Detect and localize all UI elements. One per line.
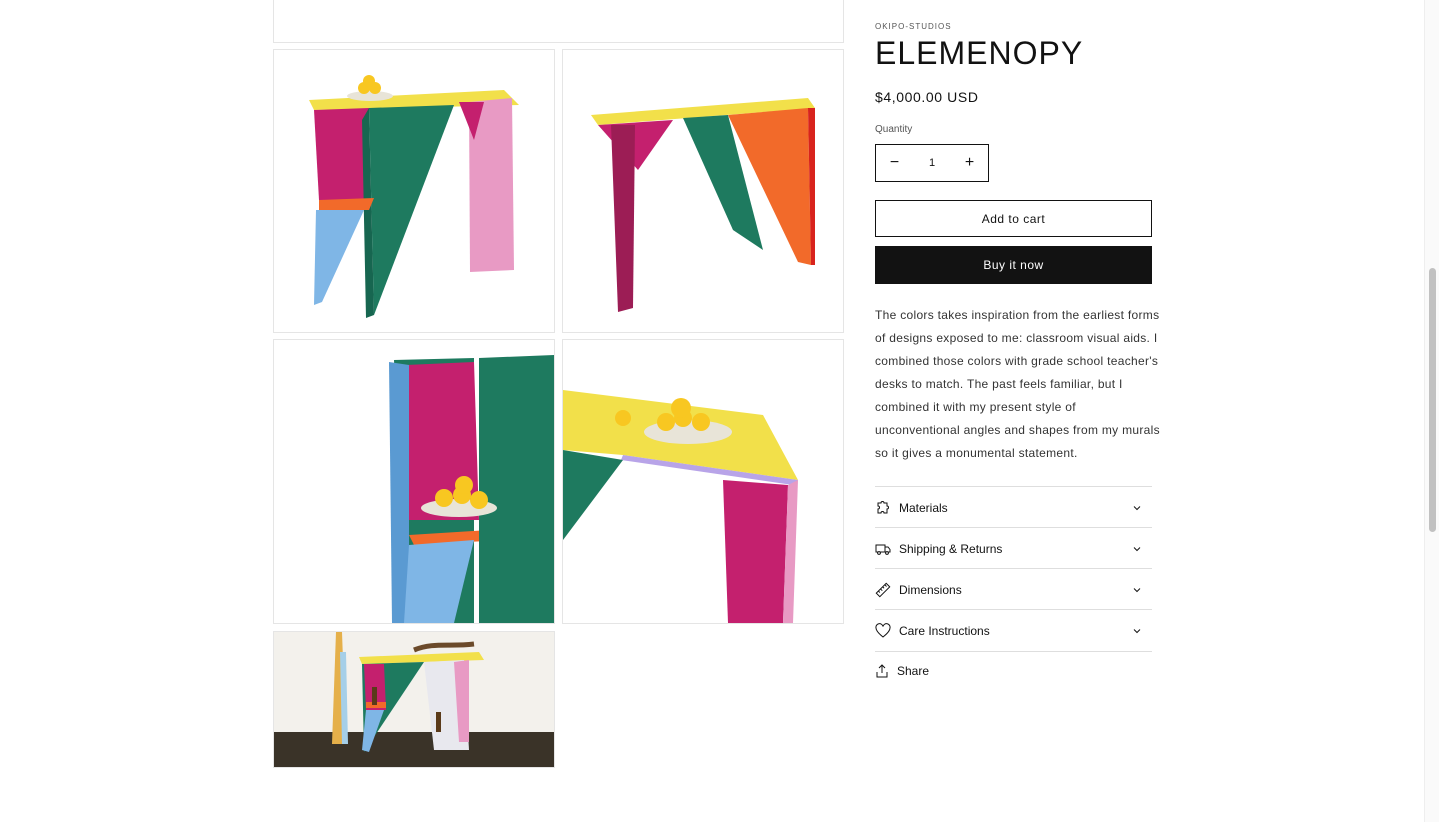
plus-icon: + (964, 154, 975, 171)
puzzle-icon (875, 499, 893, 517)
quantity-stepper: − 1 + (875, 144, 989, 182)
chevron-down-icon (1133, 505, 1141, 510)
accordion-label: Shipping & Returns (899, 541, 1003, 556)
chevron-down-icon (1133, 628, 1141, 633)
scrollbar-thumb[interactable] (1429, 268, 1436, 532)
decrease-quantity-button[interactable]: − (876, 145, 913, 181)
page-scrollbar[interactable] (1424, 0, 1439, 822)
desk-illustration (563, 50, 843, 332)
desk-illustration (563, 340, 843, 623)
accordion-materials[interactable]: Materials (875, 486, 1152, 528)
product-description: The colors takes inspiration from the ea… (875, 308, 1160, 460)
accordion-shipping-returns[interactable]: Shipping & Returns (875, 527, 1152, 569)
share-label: Share (897, 664, 930, 678)
accordion-label: Dimensions (899, 582, 962, 597)
chevron-down-icon (1133, 546, 1141, 551)
accordion-dimensions[interactable]: Dimensions (875, 568, 1152, 610)
truck-icon (875, 540, 893, 558)
minus-icon: − (889, 154, 900, 171)
product-vendor: OKIPO-STUDIOS (875, 22, 952, 31)
product-image-1[interactable] (273, 49, 555, 333)
product-image-5[interactable] (273, 631, 555, 768)
product-image-top[interactable] (273, 0, 844, 43)
product-price: $4,000.00 USD (875, 89, 979, 105)
ruler-icon (875, 581, 893, 599)
share-button[interactable]: Share (875, 664, 929, 678)
buy-it-now-button[interactable]: Buy it now (875, 246, 1152, 284)
accordion-label: Care Instructions (899, 623, 990, 638)
desk-illustration (274, 340, 554, 623)
desk-illustration (274, 50, 554, 332)
quantity-input[interactable]: 1 (913, 157, 951, 169)
increase-quantity-button[interactable]: + (951, 145, 988, 181)
product-image-3[interactable] (273, 339, 555, 624)
product-image-4[interactable] (562, 339, 844, 624)
share-icon (876, 664, 888, 678)
desk-illustration (274, 632, 554, 767)
product-image-2[interactable] (562, 49, 844, 333)
accordion-care-instructions[interactable]: Care Instructions (875, 609, 1152, 652)
product-title: ELEMENOPY (875, 35, 1084, 71)
accordion-label: Materials (899, 500, 948, 515)
chevron-down-icon (1133, 587, 1141, 592)
add-to-cart-button[interactable]: Add to cart (875, 200, 1152, 237)
quantity-label: Quantity (875, 124, 913, 135)
heart-icon (875, 622, 893, 640)
